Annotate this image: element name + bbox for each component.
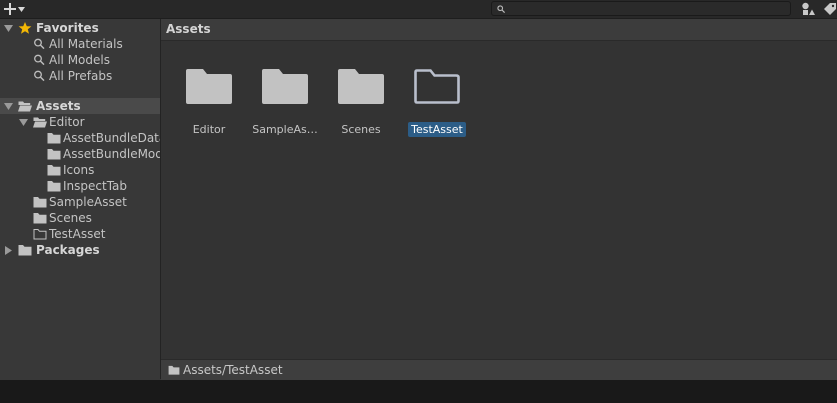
tree-item-assetbundledata[interactable]: AssetBundleData — [0, 130, 160, 146]
tree-item-favorites[interactable]: Favorites — [0, 20, 160, 36]
folder-icon — [47, 149, 61, 160]
tree-label: Packages — [36, 243, 100, 257]
search-field[interactable] — [491, 1, 791, 16]
chevron-right-icon[interactable] — [4, 246, 13, 255]
tree-item-assetbundlemodel[interactable]: AssetBundleModel — [0, 146, 160, 162]
tree-label: Icons — [63, 163, 95, 177]
path-bar: Assets/TestAsset — [161, 359, 837, 380]
asset-item-label: Scenes — [341, 123, 381, 136]
chevron-down-icon[interactable] — [19, 118, 28, 127]
tree-item-scenes[interactable]: Scenes — [0, 210, 160, 226]
chevron-down-icon[interactable] — [4, 102, 13, 111]
tree-item-all-prefabs[interactable]: All Prefabs — [0, 68, 160, 84]
content-header: Assets — [161, 19, 837, 41]
shapes-icon — [802, 2, 815, 15]
folder-icon — [262, 69, 308, 104]
empty-folder-icon — [33, 229, 47, 240]
project-tree: Favorites All Materials All Models All P… — [0, 19, 161, 379]
folder-icon — [47, 133, 61, 144]
tree-item-all-materials[interactable]: All Materials — [0, 36, 160, 52]
tree-item-testasset[interactable]: TestAsset — [0, 226, 160, 242]
selected-path: Assets/TestAsset — [183, 363, 283, 377]
plus-icon — [4, 3, 16, 15]
folder-icon — [33, 213, 47, 224]
folder-icon — [186, 69, 232, 104]
folder-icon — [168, 365, 180, 375]
search-by-label-button[interactable] — [822, 1, 837, 17]
folder-icon — [18, 245, 32, 256]
chevron-down-icon — [18, 6, 25, 12]
tree-label: InspectTab — [63, 179, 128, 193]
tree-item-editor[interactable]: Editor — [0, 114, 160, 130]
tree-label: Scenes — [49, 211, 92, 225]
tag-icon — [824, 3, 836, 15]
empty-folder-icon — [414, 69, 460, 104]
tree-item-sampleasset[interactable]: SampleAsset — [0, 194, 160, 210]
add-button[interactable] — [4, 1, 34, 17]
search-icon — [497, 5, 505, 13]
content-title: Assets — [166, 22, 211, 36]
tree-label: AssetBundleData — [63, 131, 161, 145]
search-by-type-button[interactable] — [800, 1, 818, 17]
tree-item-assets[interactable]: Assets — [0, 98, 160, 114]
status-bar — [0, 380, 837, 403]
tree-item-all-models[interactable]: All Models — [0, 52, 160, 68]
chevron-down-icon[interactable] — [4, 24, 13, 33]
asset-item-label: Editor — [192, 123, 226, 136]
asset-grid: Editor SampleAs… Scenes TestAsset — [161, 41, 837, 359]
folder-icon — [338, 69, 384, 104]
tree-label: Assets — [36, 99, 81, 113]
asset-item-testasset[interactable]: TestAsset — [401, 49, 473, 137]
search-icon — [34, 54, 45, 66]
search-input[interactable] — [508, 2, 786, 15]
folder-open-icon — [18, 101, 32, 112]
tree-label: AssetBundleModel — [63, 147, 160, 161]
tree-label: All Prefabs — [49, 69, 113, 83]
star-icon — [18, 22, 32, 34]
tree-item-packages[interactable]: Packages — [0, 242, 160, 258]
tree-label: All Materials — [49, 37, 123, 51]
tree-item-inspecttab[interactable]: InspectTab — [0, 178, 160, 194]
asset-item-label: TestAsset — [401, 122, 473, 137]
folder-icon — [47, 165, 61, 176]
tree-label: All Models — [49, 53, 110, 67]
tree-label: TestAsset — [49, 227, 106, 241]
tree-item-icons[interactable]: Icons — [0, 162, 160, 178]
asset-item-sampleasset[interactable]: SampleAs… — [249, 49, 321, 136]
tree-label: Editor — [49, 115, 85, 129]
asset-item-label: SampleAs… — [252, 123, 318, 136]
asset-item-editor[interactable]: Editor — [173, 49, 245, 136]
folder-icon — [33, 197, 47, 208]
search-icon — [34, 38, 45, 50]
folder-icon — [47, 181, 61, 192]
toolbar — [0, 0, 837, 19]
asset-item-scenes[interactable]: Scenes — [325, 49, 397, 136]
tree-label: SampleAsset — [49, 195, 127, 209]
tree-label: Favorites — [36, 21, 99, 35]
search-icon — [34, 70, 45, 82]
folder-open-icon — [33, 117, 47, 128]
